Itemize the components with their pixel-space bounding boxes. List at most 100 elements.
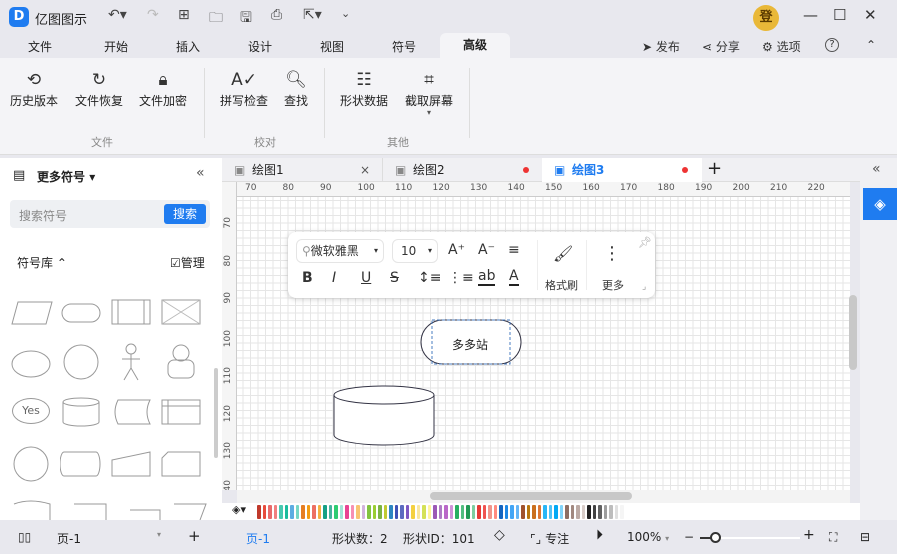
color-swatch[interactable] <box>290 505 294 519</box>
color-swatch[interactable] <box>444 505 448 519</box>
color-swatch[interactable] <box>356 505 360 519</box>
symbol-search[interactable]: 搜索符号 搜索 <box>10 200 210 228</box>
page-select[interactable]: 页-1▾ <box>57 530 167 547</box>
add-tab-icon[interactable]: + <box>707 158 722 180</box>
color-swatch[interactable] <box>565 505 569 519</box>
color-swatch[interactable] <box>450 505 454 519</box>
search-input[interactable]: 搜索符号 <box>19 207 67 224</box>
color-swatch[interactable] <box>582 505 586 519</box>
line-spacing-icon[interactable]: ↕≡ <box>418 270 441 286</box>
export-icon[interactable]: ⇱▾ <box>303 7 322 23</box>
focus-button[interactable]: ⌜⌟ 专注 <box>530 530 569 547</box>
publish-button[interactable]: ➤ 发布 <box>642 38 680 55</box>
maximize-icon[interactable]: ☐ <box>833 6 846 24</box>
increase-font-icon[interactable]: A⁺ <box>448 242 465 258</box>
redo-icon[interactable]: ↷ <box>147 7 159 23</box>
options-button[interactable]: ⚙ 选项 <box>762 38 801 55</box>
color-swatch[interactable] <box>620 505 624 519</box>
bold-icon[interactable]: B <box>302 270 313 286</box>
zoom-out-icon[interactable]: − <box>684 530 694 544</box>
find-button[interactable]: 🔍︎查找 <box>284 68 308 109</box>
color-swatch[interactable] <box>466 505 470 519</box>
close-icon[interactable]: ✕ <box>864 6 877 24</box>
color-swatch[interactable] <box>604 505 608 519</box>
stored-data-shape[interactable] <box>110 396 154 428</box>
close-tab-icon[interactable]: × <box>360 158 370 182</box>
font-size-select[interactable]: 10▾ <box>392 239 438 263</box>
layers-icon[interactable]: ◇ <box>494 527 505 543</box>
color-swatch[interactable] <box>362 505 366 519</box>
circle-shape[interactable] <box>60 342 104 382</box>
symbol-library-toggle[interactable]: 符号库 ⌃ <box>17 254 67 271</box>
font-family-select[interactable]: ⚲微软雅黑▾ <box>296 239 384 263</box>
user-shape[interactable] <box>160 342 204 382</box>
color-swatch[interactable] <box>318 505 322 519</box>
color-swatch[interactable] <box>494 505 498 519</box>
tab-symbols[interactable]: 符号 <box>392 38 416 55</box>
tab-home[interactable]: 开始 <box>104 38 128 55</box>
color-swatch[interactable] <box>351 505 355 519</box>
color-swatch[interactable] <box>455 505 459 519</box>
pin-icon[interactable]: 📌︎ <box>638 236 652 249</box>
color-swatch[interactable] <box>521 505 525 519</box>
tab-view[interactable]: 视图 <box>320 38 344 55</box>
print-icon[interactable]: ⎙ <box>271 7 282 23</box>
color-swatch[interactable] <box>609 505 613 519</box>
ellipse-shape[interactable] <box>10 346 54 382</box>
avatar[interactable]: 登 <box>753 5 779 31</box>
color-swatch[interactable] <box>615 505 619 519</box>
internal-storage-shape[interactable] <box>160 292 204 328</box>
strikethrough-icon[interactable]: S <box>390 270 399 286</box>
align-icon[interactable]: ≡ <box>508 242 520 258</box>
color-swatch[interactable] <box>373 505 377 519</box>
play-icon[interactable]: ⏵ <box>596 527 603 543</box>
shape-text[interactable]: 多多站 <box>452 336 488 353</box>
add-page-icon[interactable]: + <box>188 527 201 545</box>
color-swatch[interactable] <box>406 505 410 519</box>
color-swatch[interactable] <box>323 505 327 519</box>
more-icon[interactable]: ⋮ <box>603 243 621 264</box>
yes-decision-shape[interactable]: Yes <box>12 398 50 424</box>
color-swatch[interactable] <box>279 505 283 519</box>
shape-data-button[interactable]: ☷形状数据 <box>340 68 388 109</box>
color-swatch[interactable] <box>345 505 349 519</box>
terminator-shape[interactable] <box>60 298 104 328</box>
fit-width-icon[interactable]: ⊟ <box>860 530 870 544</box>
color-swatch[interactable] <box>428 505 432 519</box>
page-tab[interactable]: 页-1 <box>246 530 270 547</box>
color-swatch[interactable] <box>417 505 421 519</box>
color-swatch[interactable] <box>598 505 602 519</box>
doc-tab-3[interactable]: ▣绘图3 <box>542 158 702 182</box>
color-swatch[interactable] <box>389 505 393 519</box>
parallelogram-shape[interactable] <box>10 298 54 328</box>
fill-bucket-icon[interactable]: ◈▾ <box>232 503 246 516</box>
color-swatch[interactable] <box>268 505 272 519</box>
file-encrypt-button[interactable]: 🔒︎文件加密 <box>139 68 187 109</box>
fill-style-icon[interactable]: ◈ <box>863 188 897 220</box>
manual-input-shape[interactable] <box>110 448 154 480</box>
format-painter-label[interactable]: 格式刷 <box>545 277 578 293</box>
off-page-shape[interactable] <box>160 448 204 480</box>
minimize-icon[interactable]: — <box>803 6 818 24</box>
cylinder-shape[interactable] <box>60 396 104 428</box>
color-swatch[interactable] <box>549 505 553 519</box>
zoom-slider-handle[interactable] <box>710 532 721 543</box>
customize-icon[interactable]: ⌄ <box>341 7 350 20</box>
text-highlight-icon[interactable]: ab <box>478 268 495 286</box>
color-swatch[interactable] <box>538 505 542 519</box>
color-swatch[interactable] <box>433 505 437 519</box>
undo-icon[interactable]: ↶▾ <box>108 7 127 23</box>
tab-advanced[interactable]: 高级 <box>440 33 510 58</box>
color-swatch[interactable] <box>560 505 564 519</box>
color-swatch[interactable] <box>499 505 503 519</box>
color-swatch[interactable] <box>593 505 597 519</box>
horizontal-scrollbar[interactable] <box>430 492 632 500</box>
color-swatch[interactable] <box>439 505 443 519</box>
fullscreen-icon[interactable]: ⛶ <box>829 530 837 545</box>
color-swatch[interactable] <box>411 505 415 519</box>
panel-scrollbar[interactable] <box>214 368 218 458</box>
color-swatch[interactable] <box>301 505 305 519</box>
doc-tab-1[interactable]: ▣绘图1× <box>222 158 382 182</box>
spell-check-button[interactable]: A✓拼写检查 <box>220 68 268 109</box>
color-swatch[interactable] <box>263 505 267 519</box>
